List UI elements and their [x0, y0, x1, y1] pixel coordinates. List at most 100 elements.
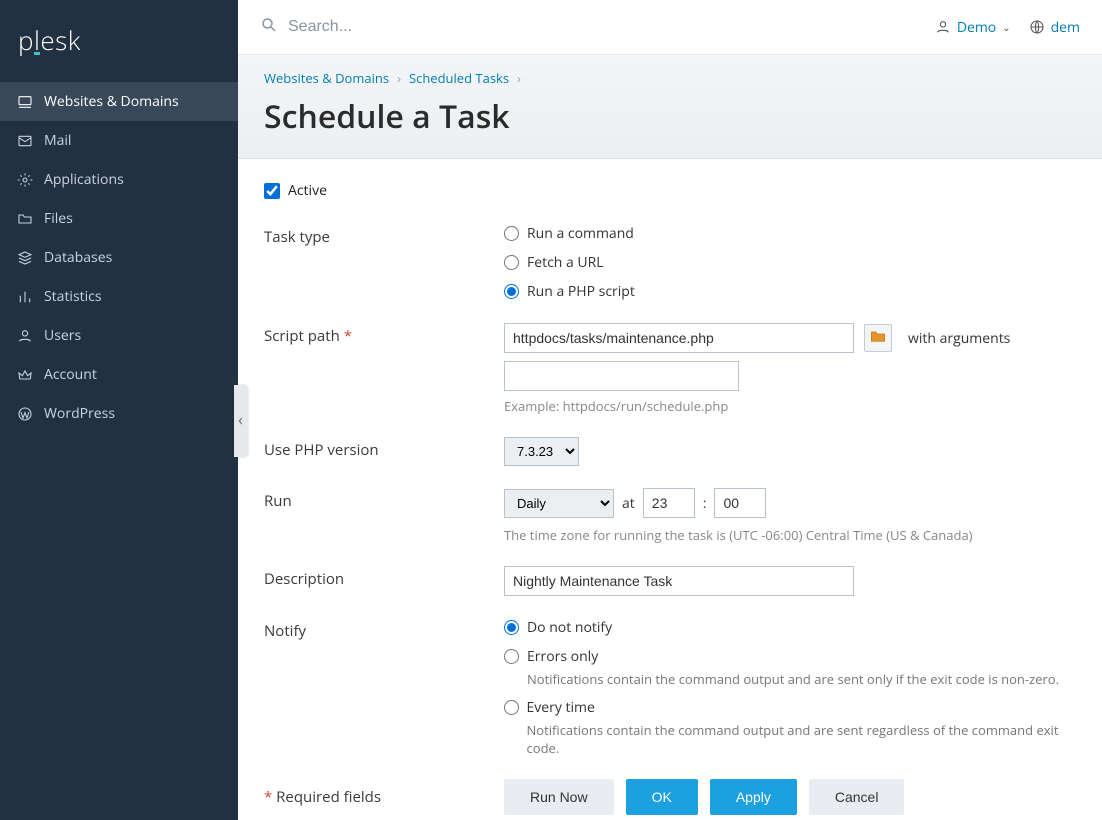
sidebar-item-statistics[interactable]: Statistics: [0, 277, 238, 316]
run-label: Run: [264, 488, 504, 511]
sidebar-item-label: Mail: [44, 131, 71, 150]
user-menu[interactable]: Demo ⌄: [935, 18, 1011, 37]
notify-option-errors[interactable]: Errors only Notifications contain the co…: [504, 647, 1076, 688]
radio-sub: Notifications contain the command output…: [527, 670, 1059, 688]
args-label: with arguments: [908, 329, 1010, 348]
field-task-type: Task type Run a command Fetch a URL Run …: [264, 224, 1076, 301]
task-type-option-command[interactable]: Run a command: [504, 224, 1076, 243]
required-asterisk: *: [344, 326, 352, 346]
radio-label: Run a command: [527, 224, 634, 243]
script-path-label-text: Script path: [264, 326, 340, 346]
topbar: Demo ⌄ dem: [238, 0, 1102, 55]
field-run: Run Daily at : The time zone for running…: [264, 488, 1076, 544]
sidebar: plesk Websites & Domains Mail Applications…: [0, 0, 238, 820]
brand-logo: plesk: [0, 0, 238, 82]
radio-sub: Notifications contain the command output…: [527, 721, 1076, 757]
search-wrap: [260, 16, 919, 39]
arguments-input[interactable]: [504, 361, 739, 391]
run-at-label: at: [622, 494, 635, 513]
radio-label: Errors only: [527, 647, 1059, 666]
php-version-select[interactable]: 7.3.23: [504, 437, 579, 466]
sidebar-item-mail[interactable]: Mail: [0, 121, 238, 160]
run-minute-input[interactable]: [714, 488, 766, 518]
chevron-right-icon: ›: [517, 69, 521, 87]
task-type-option-php[interactable]: Run a PHP script: [504, 282, 1076, 301]
radio-notify-every[interactable]: [504, 700, 519, 715]
field-script-path: Script path * with arguments Example: ht…: [264, 323, 1076, 415]
radio-label: Every time: [527, 698, 1076, 717]
radio-run-command[interactable]: [504, 226, 519, 241]
description-input[interactable]: [504, 566, 854, 596]
radio-notify-errors[interactable]: [504, 649, 519, 664]
sidebar-item-label: Websites & Domains: [44, 92, 179, 111]
folder-icon: [870, 329, 886, 348]
sidebar-item-websites-domains[interactable]: Websites & Domains: [0, 82, 238, 121]
required-note-text: Required fields: [276, 787, 381, 807]
notify-option-every[interactable]: Every time Notifications contain the com…: [504, 698, 1076, 757]
sidebar-item-databases[interactable]: Databases: [0, 238, 238, 277]
sidebar-nav: Websites & Domains Mail Applications FilesD…: [0, 82, 238, 433]
crown-icon: [16, 366, 34, 384]
run-frequency-select[interactable]: Daily: [504, 489, 614, 518]
description-label: Description: [264, 566, 504, 589]
language-label: dem: [1051, 18, 1080, 37]
notify-label: Notify: [264, 618, 504, 641]
active-label: Active: [288, 181, 327, 200]
script-path-example: Example: httpdocs/run/schedule.php: [504, 397, 1076, 415]
script-path-input[interactable]: [504, 323, 854, 353]
chevron-down-icon: ⌄: [1002, 20, 1010, 34]
sidebar-item-applications[interactable]: Applications: [0, 160, 238, 199]
field-php-version: Use PHP version 7.3.23: [264, 437, 1076, 466]
radio-notify-none[interactable]: [504, 620, 519, 635]
radio-label: Run a PHP script: [527, 282, 635, 301]
breadcrumb-link-0[interactable]: Websites & Domains: [264, 69, 389, 87]
gear-icon: [16, 171, 34, 189]
folder-icon: [16, 210, 34, 228]
bars-icon: [16, 288, 34, 306]
language-menu[interactable]: dem: [1029, 18, 1080, 37]
content: Active Task type Run a command Fetch a U…: [238, 159, 1102, 820]
notify-option-none[interactable]: Do not notify: [504, 618, 1076, 637]
apply-button[interactable]: Apply: [710, 779, 797, 815]
page-title: Schedule a Task: [264, 95, 1076, 138]
monitor-icon: [16, 93, 34, 111]
run-colon: :: [703, 494, 707, 513]
breadcrumb-link-1[interactable]: Scheduled Tasks: [409, 69, 509, 87]
task-type-label: Task type: [264, 224, 504, 247]
layers-icon: [16, 249, 34, 267]
radio-fetch-url[interactable]: [504, 255, 519, 270]
cancel-button[interactable]: Cancel: [809, 779, 905, 815]
sidebar-collapse-handle[interactable]: [234, 385, 248, 457]
notify-radios: Do not notify Errors only Notifications …: [504, 618, 1076, 757]
radio-label: Fetch a URL: [527, 253, 604, 272]
sidebar-item-label: Statistics: [44, 287, 102, 306]
script-path-label: Script path *: [264, 323, 504, 346]
field-notify: Notify Do not notify Errors only Notific…: [264, 618, 1076, 757]
run-hour-input[interactable]: [643, 488, 695, 518]
breadcrumb: Websites & Domains › Scheduled Tasks ›: [264, 69, 1076, 87]
user-icon: [16, 327, 34, 345]
sidebar-item-account[interactable]: Account: [0, 355, 238, 394]
browse-button[interactable]: [864, 324, 892, 352]
timezone-note: The time zone for running the task is (U…: [504, 526, 1076, 544]
radio-run-php[interactable]: [504, 284, 519, 299]
chevron-right-icon: ›: [397, 69, 401, 87]
topbar-right: Demo ⌄ dem: [935, 18, 1080, 37]
sidebar-item-wordpress[interactable]: WordPress: [0, 394, 238, 433]
active-row: Active: [264, 181, 1076, 200]
ok-button[interactable]: OK: [626, 779, 698, 815]
task-type-option-url[interactable]: Fetch a URL: [504, 253, 1076, 272]
button-row: Run Now OK Apply Cancel: [504, 779, 904, 815]
sidebar-item-users[interactable]: Users: [0, 316, 238, 355]
search-input[interactable]: [288, 18, 588, 36]
active-checkbox[interactable]: [264, 183, 280, 199]
run-now-button[interactable]: Run Now: [504, 779, 614, 815]
sidebar-item-label: Applications: [44, 170, 124, 189]
radio-label: Do not notify: [527, 618, 612, 637]
php-version-label: Use PHP version: [264, 437, 504, 460]
sidebar-item-files[interactable]: Files: [0, 199, 238, 238]
sidebar-item-label: WordPress: [44, 404, 115, 423]
mail-icon: [16, 132, 34, 150]
task-type-radios: Run a command Fetch a URL Run a PHP scri…: [504, 224, 1076, 301]
sidebar-item-label: Users: [44, 326, 81, 345]
